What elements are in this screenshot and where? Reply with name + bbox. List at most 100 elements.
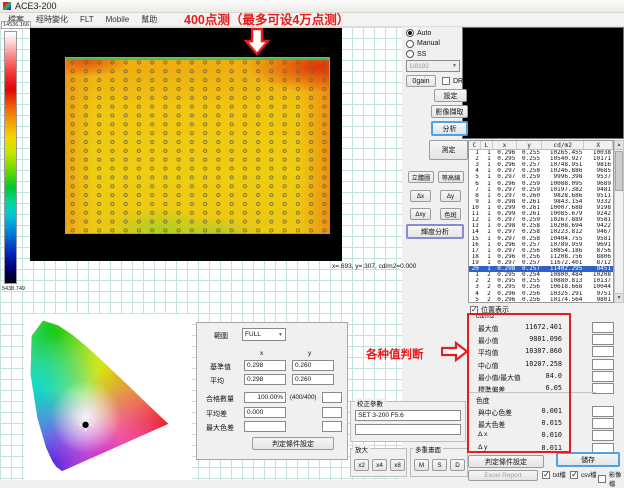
cie-chromaticity-diagram[interactable] bbox=[24, 314, 192, 480]
check-label: txt檔 bbox=[553, 470, 566, 479]
menu-item-幫助[interactable]: 幫助 bbox=[141, 14, 157, 25]
pass-count-field[interactable]: 100.00% bbox=[244, 392, 286, 403]
radio-dot-icon[interactable] bbox=[406, 50, 414, 58]
calibration-field[interactable]: SET 3-200 F5.6 bbox=[355, 410, 461, 421]
avgdiff-judge-box bbox=[322, 407, 342, 418]
radio-dot-icon[interactable] bbox=[406, 40, 414, 48]
checkbox-icon[interactable] bbox=[598, 475, 606, 483]
analyze-button[interactable]: 分析 bbox=[431, 121, 468, 136]
measure-button[interactable]: 測定 bbox=[429, 140, 468, 160]
stat-value: 9801.096 bbox=[502, 335, 562, 343]
table-body: 110.2960.25510265.45510038210.2950.25510… bbox=[469, 150, 613, 303]
avg-y-field[interactable]: 0.260 bbox=[292, 374, 334, 385]
scroll-down-icon[interactable]: ▼ bbox=[615, 293, 623, 302]
stat-label: Δ y bbox=[478, 444, 487, 451]
menu-item-FLT[interactable]: FLT bbox=[80, 15, 94, 24]
stats-divider bbox=[468, 392, 596, 393]
table-cell: 2 bbox=[481, 297, 493, 303]
zoom-button-x2[interactable]: x2 bbox=[354, 459, 369, 471]
judge-box bbox=[592, 346, 614, 357]
stat-value: 10207.258 bbox=[502, 360, 562, 368]
avg-label: 平均 bbox=[210, 376, 224, 386]
ref-y-field[interactable]: 0.260 bbox=[292, 360, 334, 371]
avg-x-field[interactable]: 0.298 bbox=[244, 374, 286, 385]
dr-label: DR bbox=[453, 78, 463, 85]
avgdiff-field[interactable]: 0.000 bbox=[244, 407, 286, 418]
table-cell: 0.256 bbox=[517, 297, 542, 303]
table-row[interactable]: 520.2960.25610174.5649801 bbox=[469, 297, 613, 303]
colorbar bbox=[4, 31, 17, 284]
table-scrollbar[interactable]: ▲ ▼ bbox=[614, 140, 624, 303]
judge-condition-button[interactable]: 判定條件設定 bbox=[468, 455, 544, 468]
judge-box bbox=[592, 322, 614, 333]
chevron-down-icon: ▼ bbox=[452, 63, 457, 69]
delta-xy-button[interactable]: Δxy bbox=[410, 208, 431, 220]
check-label: 影像檔 bbox=[609, 470, 624, 488]
ref-x-field[interactable]: 0.298 bbox=[244, 360, 286, 371]
multi-button-d[interactable]: D bbox=[450, 459, 465, 471]
scroll-thumb[interactable] bbox=[615, 151, 623, 191]
table-cell: 10174.564 bbox=[542, 297, 584, 303]
cursor-status-line: x=.693, y=.307, cd/m2=0.000 bbox=[332, 263, 416, 270]
zoom-button-x8[interactable]: x8 bbox=[390, 459, 405, 471]
colorbar-min-label: 5438.749 bbox=[2, 286, 25, 292]
zoom-label: 放大 bbox=[353, 444, 370, 454]
camera-preview[interactable] bbox=[462, 27, 624, 139]
cie-diagram-panel bbox=[24, 314, 192, 480]
range-label: 範圍 bbox=[214, 331, 228, 341]
menu-item-Mobile[interactable]: Mobile bbox=[106, 15, 130, 24]
multi-screen-label: 多重畫面 bbox=[413, 444, 443, 454]
delta-x-button[interactable]: Δx bbox=[410, 190, 431, 202]
save-button[interactable]: 儲存 bbox=[556, 452, 620, 467]
image-capture-button[interactable]: 影像擷取 bbox=[431, 105, 468, 118]
annotation-right-arrow-icon bbox=[441, 341, 469, 362]
check-csv檔[interactable]: csv檔 bbox=[570, 470, 596, 479]
table-header-cell: X bbox=[584, 141, 613, 149]
checkbox-icon[interactable] bbox=[570, 471, 578, 479]
luminance-analysis-button[interactable]: 輝度分析 bbox=[406, 224, 464, 239]
radio-auto[interactable]: Auto bbox=[406, 29, 431, 37]
radio-dot-icon[interactable] bbox=[406, 29, 414, 37]
menu-item-經時變化[interactable]: 經時變化 bbox=[36, 14, 68, 25]
judge-box bbox=[592, 406, 614, 417]
checkbox-icon[interactable] bbox=[542, 471, 550, 479]
range-select[interactable]: FULL▼ bbox=[242, 328, 286, 341]
stereo-button[interactable]: 立體圖 bbox=[408, 171, 434, 183]
dr-checkbox-row[interactable]: DR bbox=[442, 77, 463, 85]
luminance-heatmap[interactable] bbox=[65, 57, 330, 234]
judge-condition-button-panel[interactable]: 判定條件設定 bbox=[252, 437, 334, 450]
multi-button-s[interactable]: S bbox=[432, 459, 447, 471]
radio-label: Manual bbox=[417, 40, 440, 47]
maxdiff-field[interactable] bbox=[244, 421, 286, 432]
scroll-up-icon[interactable]: ▲ bbox=[615, 141, 623, 150]
calibration-field-2[interactable] bbox=[355, 424, 461, 435]
annotation-top-note: 400点测（最多可设4万点测） bbox=[184, 9, 349, 28]
table-header-cell: L bbox=[481, 141, 493, 149]
shutter-select[interactable]: 1/8192 ▼ bbox=[406, 60, 460, 72]
maxdiff-label: 最大色差 bbox=[206, 423, 234, 433]
delta-y-button[interactable]: Δy bbox=[440, 190, 461, 202]
zoom-button-x4[interactable]: x4 bbox=[372, 459, 387, 471]
window-title: ACE3-200 bbox=[15, 1, 57, 11]
settings-button[interactable]: 設定 bbox=[434, 89, 467, 102]
shutter-value: 1/8192 bbox=[409, 63, 429, 70]
mura-button[interactable]: 色斑 bbox=[440, 208, 461, 220]
judge-box bbox=[592, 418, 614, 429]
radio-ss[interactable]: SS bbox=[406, 50, 426, 58]
measurement-canvas[interactable] bbox=[30, 28, 342, 261]
annotation-down-arrow-icon bbox=[244, 28, 270, 56]
measurement-table[interactable]: CLxycd/m2X 110.2960.25510265.45510038210… bbox=[468, 140, 614, 303]
check-label: csv檔 bbox=[581, 470, 596, 479]
gain-button[interactable]: 0gain bbox=[406, 75, 436, 87]
radio-manual[interactable]: Manual bbox=[406, 40, 440, 48]
app-icon bbox=[3, 2, 11, 10]
check-影像檔[interactable]: 影像檔 bbox=[598, 470, 624, 488]
avgdiff-label: 平均差 bbox=[206, 409, 227, 419]
contour-button[interactable]: 等高線 bbox=[438, 171, 464, 183]
maxdiff-judge-box bbox=[322, 421, 342, 432]
dr-checkbox[interactable] bbox=[442, 77, 450, 85]
multi-button-m[interactable]: M bbox=[414, 459, 429, 471]
range-value: FULL bbox=[245, 331, 261, 338]
stat-value: 10307.860 bbox=[502, 347, 562, 355]
check-txt檔[interactable]: txt檔 bbox=[542, 470, 566, 479]
